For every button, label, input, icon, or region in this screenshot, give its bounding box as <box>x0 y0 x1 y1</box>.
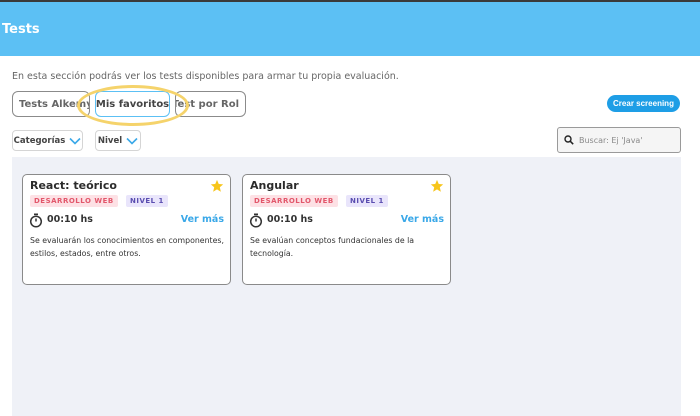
test-description: Se evaluarán los conocimientos en compon… <box>30 236 224 258</box>
stopwatch-icon <box>29 213 43 228</box>
app-header: Tests <box>0 0 700 56</box>
test-description: Se evalúan conceptos fundacionales de la… <box>250 236 415 258</box>
level-badge: NIVEL 1 <box>346 195 388 207</box>
test-card-react[interactable]: React: teórico DESARROLLO WEB NIVEL 1 00… <box>22 174 231 285</box>
intro-text: En esta sección podrás ver los tests dis… <box>12 71 399 82</box>
create-screening-button[interactable]: Crear screening <box>607 95 680 112</box>
level-dropdown-label: Nivel <box>97 135 123 146</box>
page-title: Tests <box>2 22 40 37</box>
star-favorite-icon[interactable] <box>210 179 224 193</box>
categories-dropdown[interactable]: Categorías <box>12 130 83 151</box>
test-card-title: React: teórico <box>30 179 117 192</box>
chevron-down-icon <box>126 137 138 145</box>
search-input[interactable] <box>579 135 675 145</box>
chevron-down-icon <box>69 137 81 145</box>
ver-mas-link[interactable]: Ver más <box>401 214 444 225</box>
test-card-title: Angular <box>250 179 299 192</box>
area-badge: DESARROLLO WEB <box>250 195 338 207</box>
tab-test-por-rol[interactable]: Test por Rol <box>175 91 246 117</box>
ver-mas-link[interactable]: Ver más <box>181 214 224 225</box>
star-favorite-icon[interactable] <box>430 179 444 193</box>
level-dropdown[interactable]: Nivel <box>95 130 141 151</box>
test-card-angular[interactable]: Angular DESARROLLO WEB NIVEL 1 00:10 hs … <box>242 174 451 285</box>
test-duration: 00:10 hs <box>267 214 313 225</box>
stopwatch-icon <box>249 213 263 228</box>
tab-tests-alkemy[interactable]: Tests Alkemy <box>12 91 90 117</box>
search-box <box>557 127 681 153</box>
search-icon <box>564 135 574 145</box>
categories-dropdown-label: Categorías <box>13 135 66 146</box>
area-badge: DESARROLLO WEB <box>30 195 118 207</box>
tab-mis-favoritos[interactable]: Mis favoritos <box>95 91 170 117</box>
level-badge: NIVEL 1 <box>126 195 168 207</box>
test-duration: 00:10 hs <box>47 214 93 225</box>
